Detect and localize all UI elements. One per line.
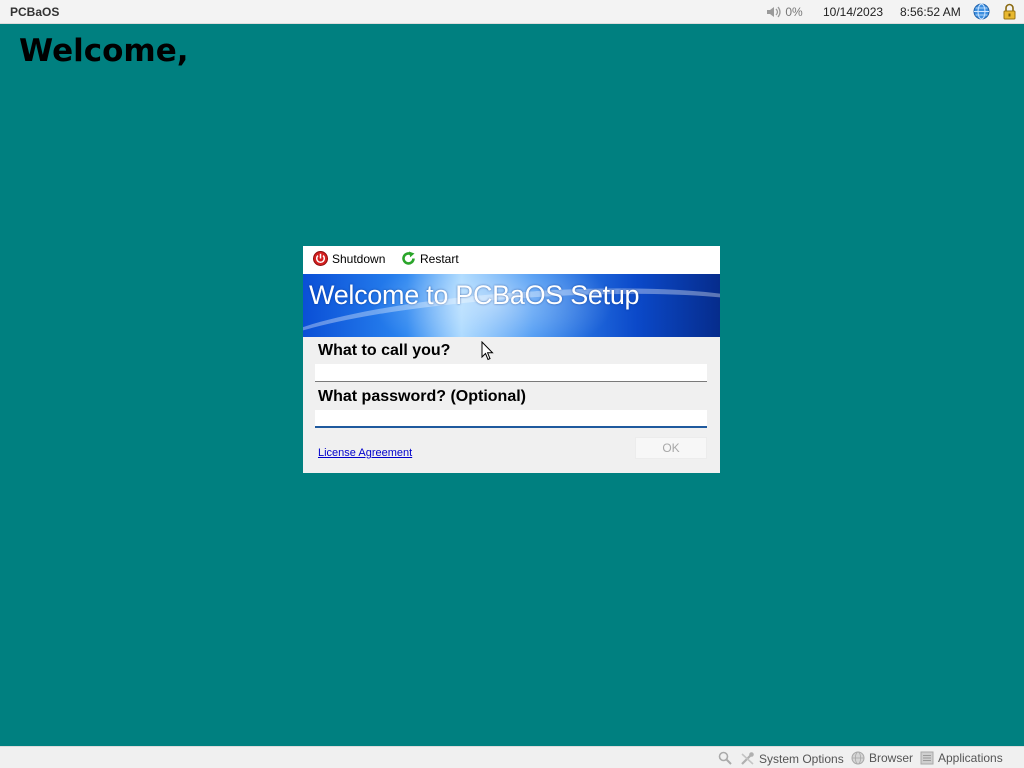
volume-level: 0% bbox=[785, 5, 803, 19]
clock-date: 10/14/2023 bbox=[823, 5, 884, 19]
ok-button[interactable]: OK bbox=[635, 437, 707, 459]
tools-icon bbox=[741, 752, 754, 765]
volume-icon bbox=[767, 6, 781, 18]
restart-icon bbox=[402, 251, 415, 265]
network-button[interactable] bbox=[973, 3, 990, 23]
lock-icon bbox=[1003, 3, 1016, 20]
name-label: What to call you? bbox=[318, 342, 451, 359]
password-label: What password? (Optional) bbox=[318, 388, 526, 405]
shutdown-label: Shutdown bbox=[332, 251, 386, 266]
password-input[interactable] bbox=[315, 410, 707, 428]
browser-button[interactable]: Browser bbox=[851, 751, 913, 765]
top-bar: PCBaOS 0% 10/14/2023 8:56:52 AM bbox=[0, 0, 1024, 24]
applications-icon bbox=[920, 751, 934, 765]
applications-button[interactable]: Applications bbox=[920, 751, 1003, 765]
restart-button[interactable]: Restart bbox=[401, 251, 459, 266]
volume-indicator[interactable]: 0% bbox=[766, 5, 803, 19]
bottom-bar: System Options Browser Applications bbox=[0, 746, 1024, 768]
banner-title: Welcome to PCBaOS Setup bbox=[309, 280, 640, 310]
clock-time: 8:56:52 AM bbox=[900, 5, 961, 19]
search-button[interactable] bbox=[718, 751, 732, 765]
setup-banner: Welcome to PCBaOS Setup bbox=[303, 274, 720, 337]
globe-icon bbox=[973, 3, 990, 20]
shutdown-button[interactable]: Shutdown bbox=[313, 251, 385, 266]
welcome-heading: Welcome, bbox=[19, 33, 189, 69]
system-options-button[interactable]: System Options bbox=[740, 751, 844, 766]
setup-dialog: Shutdown Restart Welcome to PCBaOS Setup… bbox=[303, 246, 720, 473]
search-icon bbox=[718, 751, 732, 765]
applications-label: Applications bbox=[938, 751, 1003, 765]
browser-globe-icon bbox=[851, 751, 865, 765]
license-agreement-link[interactable]: License Agreement bbox=[318, 447, 412, 459]
browser-label: Browser bbox=[869, 751, 914, 765]
dialog-toolbar: Shutdown Restart bbox=[303, 246, 720, 274]
name-input[interactable] bbox=[315, 364, 707, 382]
lock-button[interactable] bbox=[1002, 3, 1017, 23]
power-icon bbox=[313, 251, 328, 266]
system-options-label: System Options bbox=[759, 751, 844, 766]
restart-label: Restart bbox=[420, 251, 459, 266]
os-name: PCBaOS bbox=[10, 5, 60, 19]
mouse-cursor-icon bbox=[481, 341, 494, 361]
